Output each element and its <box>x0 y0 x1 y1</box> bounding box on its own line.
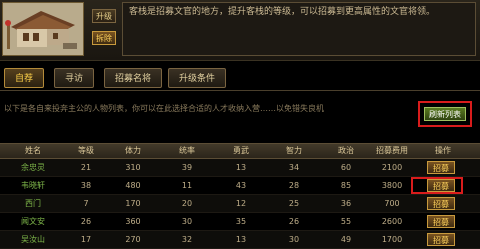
col-action: 操作 <box>435 146 451 155</box>
cell-lead: 30 <box>181 217 193 226</box>
col-int: 智力 <box>286 146 302 155</box>
refresh-highlight: 刷新列表 <box>418 101 472 127</box>
cell-pol: 60 <box>340 163 352 172</box>
table-row: 韦晓轩 38 480 11 43 28 85 3800 招募 <box>0 177 480 195</box>
col-cost: 招募费用 <box>376 146 408 155</box>
building-card: 升级 拆除 客栈是招募文官的地方，提升客栈的等级，可以招募到更高属性的文官将领。 <box>0 0 480 61</box>
info-text: 以下是各自来投奔主公的人物列表，你可以在此选择合适的人才收纳入营……以免错失良机 <box>4 104 324 113</box>
building-description: 客栈是招募文官的地方，提升客栈的等级，可以招募到更高属性的文官将领。 <box>122 2 476 56</box>
cell-brave: 13 <box>235 163 247 172</box>
cell-int: 34 <box>288 163 300 172</box>
cell-hp: 480 <box>125 181 141 190</box>
cell-lead: 11 <box>181 181 193 190</box>
table-row: 吴汝山 17 270 32 13 30 49 1700 招募 <box>0 231 480 249</box>
cell-lead: 32 <box>181 235 193 244</box>
recruit-button[interactable]: 招募 <box>427 233 455 246</box>
cell-cost: 2600 <box>381 217 403 226</box>
recruit-button[interactable]: 招募 <box>427 161 455 174</box>
cell-brave: 12 <box>235 199 247 208</box>
cell-level: 17 <box>80 235 92 244</box>
cell-name: 西门 <box>25 199 41 208</box>
cell-level: 7 <box>83 199 89 208</box>
table-row: 西门 7 170 20 12 25 36 700 招募 <box>0 195 480 213</box>
cell-level: 38 <box>80 181 92 190</box>
building-description-text: 客栈是招募文官的地方，提升客栈的等级，可以招募到更高属性的文官将领。 <box>129 7 436 17</box>
cell-pol: 36 <box>340 199 352 208</box>
col-level: 等级 <box>78 146 94 155</box>
cell-lead: 20 <box>181 199 193 208</box>
recruit-button[interactable]: 招募 <box>427 215 455 228</box>
inn-building-image <box>2 2 84 56</box>
cell-name: 吴汝山 <box>21 235 45 244</box>
tab-upgrade-conditions[interactable]: 升级条件 <box>168 68 226 88</box>
cell-int: 25 <box>288 199 300 208</box>
cell-cost: 700 <box>384 199 400 208</box>
cell-int: 30 <box>288 235 300 244</box>
col-pol: 政治 <box>338 146 354 155</box>
tab-recruit-famous[interactable]: 招募名将 <box>104 68 162 88</box>
table-header: 姓名 等级 体力 统率 勇武 智力 政治 招募费用 操作 <box>0 143 480 159</box>
cell-hp: 310 <box>125 163 141 172</box>
cell-cost: 1700 <box>381 235 403 244</box>
tab-search[interactable]: 寻访 <box>54 68 94 88</box>
inn-building-icon <box>3 3 83 55</box>
demolish-button[interactable]: 拆除 <box>92 31 116 45</box>
cell-cost: 3800 <box>381 181 403 190</box>
table-body: 余忠灵 21 310 39 13 34 60 2100 招募 韦晓轩 38 48… <box>0 159 480 249</box>
tab-bar: 自荐 寻访 招募名将 升级条件 <box>0 68 480 94</box>
cell-name: 韦晓轩 <box>21 181 45 190</box>
inn-panel: 升级 拆除 客栈是招募文官的地方，提升客栈的等级，可以招募到更高属性的文官将领。… <box>0 0 480 249</box>
refresh-list-button[interactable]: 刷新列表 <box>424 107 466 121</box>
cell-brave: 35 <box>235 217 247 226</box>
cell-name: 闻文安 <box>21 217 45 226</box>
tab-self-recommend[interactable]: 自荐 <box>4 68 44 88</box>
cell-hp: 270 <box>125 235 141 244</box>
recruit-button[interactable]: 招募 <box>427 197 455 210</box>
cell-cost: 2100 <box>381 163 403 172</box>
cell-level: 21 <box>80 163 92 172</box>
cell-name: 余忠灵 <box>21 163 45 172</box>
cell-hp: 360 <box>125 217 141 226</box>
cell-lead: 39 <box>181 163 193 172</box>
table-row: 余忠灵 21 310 39 13 34 60 2100 招募 <box>0 159 480 177</box>
col-brave: 勇武 <box>233 146 249 155</box>
candidate-table: 姓名 等级 体力 统率 勇武 智力 政治 招募费用 操作 余忠灵 21 310 … <box>0 143 480 249</box>
table-row: 闻文安 26 360 30 35 26 55 2600 招募 <box>0 213 480 231</box>
col-hp: 体力 <box>125 146 141 155</box>
cell-hp: 170 <box>125 199 141 208</box>
cell-pol: 49 <box>340 235 352 244</box>
cell-pol: 85 <box>340 181 352 190</box>
cell-int: 28 <box>288 181 300 190</box>
cell-brave: 43 <box>235 181 247 190</box>
cell-int: 26 <box>288 217 300 226</box>
cell-pol: 55 <box>340 217 352 226</box>
upgrade-button[interactable]: 升级 <box>92 9 116 23</box>
cell-level: 26 <box>80 217 92 226</box>
col-name: 姓名 <box>25 146 41 155</box>
recruit-button[interactable]: 招募 <box>427 179 455 192</box>
col-lead: 统率 <box>179 146 195 155</box>
cell-brave: 13 <box>235 235 247 244</box>
tab-divider <box>0 90 480 91</box>
